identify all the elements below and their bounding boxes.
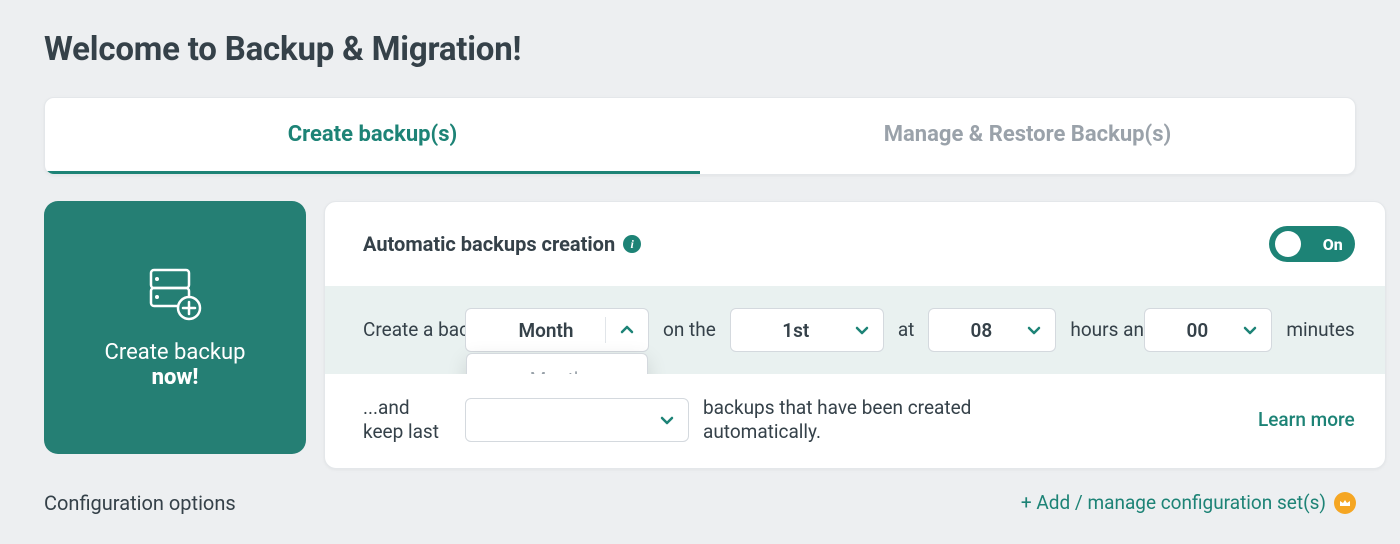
keep-suffix: backups that have been created automatic… xyxy=(703,396,1043,444)
add-manage-config-link[interactable]: + Add / manage configuration set(s) xyxy=(1021,491,1326,514)
server-plus-icon xyxy=(147,266,203,322)
chevron-down-icon xyxy=(1243,325,1257,335)
keep-row: ...and keep last backups that have been … xyxy=(325,374,1385,468)
automatic-backup-toggle[interactable]: On xyxy=(1269,226,1355,262)
on-the-label: on the xyxy=(663,318,716,342)
tab-create-backups[interactable]: Create backup(s) xyxy=(45,98,700,174)
day-of-month-select[interactable]: 1st xyxy=(730,308,884,352)
chevron-down-icon xyxy=(660,415,674,425)
minutes-select[interactable]: 00 xyxy=(1144,308,1272,352)
toggle-label: On xyxy=(1323,235,1343,254)
frequency-unit-value: Month xyxy=(497,319,618,342)
create-backup-now-button[interactable]: Create backup now! xyxy=(44,201,306,454)
tab-manage-restore[interactable]: Manage & Restore Backup(s) xyxy=(700,98,1355,174)
tabs: Create backup(s) Manage & Restore Backup… xyxy=(44,97,1356,175)
schedule-row: Create a backup every Month Month Week D… xyxy=(325,286,1385,374)
configuration-heading: Configuration options xyxy=(44,491,236,515)
hours-value: 08 xyxy=(949,319,1037,342)
panel-heading: Automatic backups creation xyxy=(363,232,615,256)
frequency-unit-select[interactable]: Month Month Week Day xyxy=(465,308,649,352)
create-now-label-2: now! xyxy=(152,365,199,390)
hours-select[interactable]: 08 xyxy=(928,308,1056,352)
keep-prefix: ...and keep last xyxy=(363,396,451,444)
info-icon[interactable]: i xyxy=(623,235,641,253)
chevron-down-icon xyxy=(855,325,869,335)
page-title: Welcome to Backup & Migration! xyxy=(44,30,1356,69)
frequency-option-month[interactable]: Month xyxy=(467,354,647,374)
day-of-month-value: 1st xyxy=(760,319,853,342)
chevron-up-icon xyxy=(620,325,634,335)
chevron-down-icon xyxy=(1027,325,1041,335)
schedule-prefix: Create a backup every xyxy=(363,318,451,342)
at-label: at xyxy=(898,318,915,342)
crown-icon xyxy=(1334,492,1356,514)
create-now-label-1: Create backup xyxy=(105,340,246,365)
minutes-value: 00 xyxy=(1165,319,1253,342)
learn-more-link[interactable]: Learn more xyxy=(1258,408,1355,431)
automatic-backups-panel: Automatic backups creation i On Create a… xyxy=(324,201,1386,469)
hours-label: hours and xyxy=(1070,318,1130,342)
frequency-unit-dropdown: Month Week Day xyxy=(466,353,648,374)
minutes-label: minutes xyxy=(1286,318,1354,342)
keep-count-select[interactable] xyxy=(465,398,689,442)
